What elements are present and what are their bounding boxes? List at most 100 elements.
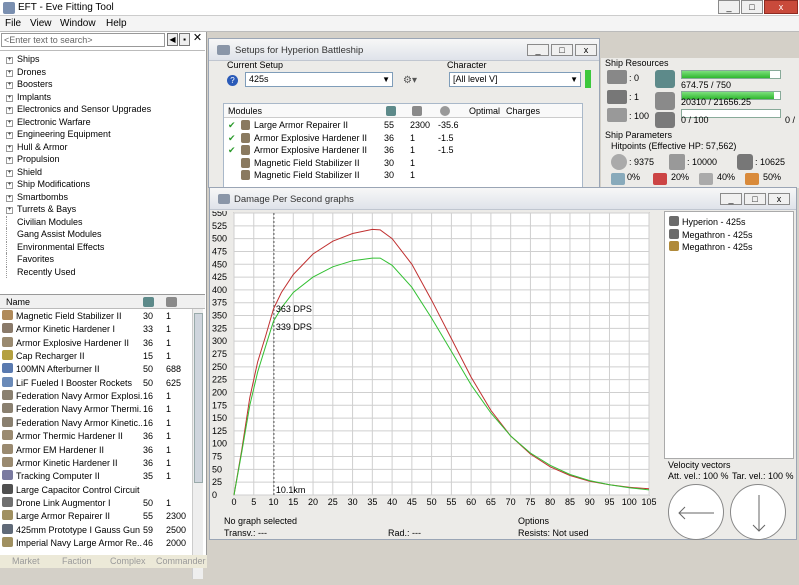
col-modules[interactable]: Modules (228, 106, 262, 116)
expand-icon[interactable]: + (6, 169, 13, 177)
column-name[interactable]: Name (6, 297, 30, 307)
legend-entry[interactable]: Megathron - 425s (669, 228, 753, 241)
active-check-icon[interactable]: ✔ (228, 132, 236, 144)
list-item[interactable]: 425mm Prototype I Gauss Gun 59 2500 (2, 523, 186, 537)
maximize-button[interactable]: □ (741, 0, 763, 14)
menu-window[interactable]: Window (60, 18, 96, 29)
setups-maximize-button[interactable]: □ (551, 44, 573, 56)
expand-icon[interactable]: + (6, 57, 13, 64)
dps-maximize-button[interactable]: □ (744, 193, 766, 205)
module-row[interactable]: ✔ Armor Explosive Hardener II 36 1 -1.5 (224, 132, 582, 145)
search-input[interactable]: <Enter text to search> (1, 33, 165, 47)
close-button[interactable]: x (764, 0, 798, 14)
list-item[interactable]: Armor EM Hardener II 36 1 (2, 443, 171, 457)
setups-minimize-button[interactable]: _ (527, 44, 549, 56)
tree-item[interactable]: + Shield (6, 166, 42, 178)
tree-item[interactable]: + Boosters (6, 78, 53, 90)
clear-search-icon[interactable]: ✕ (192, 33, 203, 46)
tree-item[interactable]: Civilian Modules (6, 215, 83, 228)
menu-file[interactable]: File (5, 18, 21, 29)
expand-icon[interactable]: + (6, 69, 13, 77)
list-item[interactable]: LiF Fueled I Booster Rockets 50 625 (2, 376, 181, 390)
tab-market[interactable]: Market (12, 556, 40, 566)
col-charges[interactable]: Charges (506, 106, 540, 116)
tab-faction[interactable]: Faction (62, 556, 92, 566)
expand-icon[interactable]: + (6, 207, 13, 214)
expand-icon[interactable]: + (6, 119, 13, 127)
list-item[interactable]: Large Capacitor Control Circuit I (2, 483, 142, 497)
resists-option[interactable]: Resists: Not used (518, 528, 589, 538)
powergrid-icon[interactable] (166, 297, 177, 307)
module-row[interactable]: ✔ Large Armor Repairer II 55 2300 -35.6 (224, 119, 582, 132)
tree-item[interactable]: + Ships (6, 53, 40, 65)
tree-item[interactable]: + Ship Modifications (6, 178, 90, 190)
menu-help[interactable]: Help (106, 18, 127, 29)
list-item[interactable]: Magnetic Field Stabilizer II 30 1 (2, 310, 171, 323)
list-item[interactable]: Federation Navy Armor Kinetic... 16 1 (2, 416, 171, 430)
tree-item[interactable]: + Implants (6, 91, 51, 103)
list-item[interactable]: Drone Link Augmentor I 50 1 (2, 496, 171, 510)
expand-icon[interactable]: + (6, 157, 13, 164)
tree-item[interactable]: + Electronics and Sensor Upgrades (6, 103, 151, 115)
tree-item[interactable]: + Turrets & Bays (6, 203, 76, 215)
list-item[interactable]: Imperial Navy Large Armor Re... 46 2000 (2, 536, 186, 550)
list-item[interactable]: Armor Kinetic Hardener II 36 1 (2, 456, 171, 470)
tree-item[interactable]: + Drones (6, 66, 46, 78)
list-item[interactable]: Cap Recharger II 15 1 (2, 350, 171, 363)
col-optimal[interactable]: Optimal (469, 106, 500, 116)
list-item[interactable]: Armor Explosive Hardener II 36 1 (2, 336, 171, 350)
tree-item[interactable]: + Smartbombs (6, 191, 68, 203)
tree-item[interactable]: Environmental Effects (6, 240, 104, 253)
expand-icon[interactable]: + (6, 144, 13, 152)
list-item[interactable]: Armor Thermic Hardener II 36 1 (2, 430, 171, 443)
item-list-scrollbar[interactable] (192, 309, 203, 579)
current-setup-select[interactable]: 425s ▼ (245, 72, 393, 87)
list-item[interactable]: Tracking Computer II 35 1 (2, 470, 171, 483)
dps-minimize-button[interactable]: _ (720, 193, 742, 205)
expand-icon[interactable]: + (6, 132, 13, 139)
expand-icon[interactable]: + (6, 182, 13, 189)
legend-entry[interactable]: Hyperion - 425s (669, 216, 746, 228)
tree-item[interactable]: + Propulsion (6, 153, 60, 165)
module-row[interactable]: Magnetic Field Stabilizer II 30 1 (224, 157, 582, 170)
cpu-icon[interactable] (143, 297, 154, 307)
col-powergrid-icon[interactable] (412, 106, 422, 116)
scrollbar-thumb[interactable] (194, 313, 203, 483)
legend-entry[interactable]: Megathron - 425s (669, 241, 753, 253)
list-item[interactable]: Federation Navy Armor Explosi... 16 1 (2, 390, 171, 403)
module-row[interactable]: Magnetic Field Stabilizer II 30 1 (224, 169, 582, 182)
expand-icon[interactable]: + (6, 107, 13, 114)
options-label[interactable]: Options (518, 516, 549, 526)
search-back-icon[interactable]: ◀ (167, 33, 178, 46)
lock-icon[interactable]: ▪ (179, 33, 190, 46)
attacker-vector-control[interactable] (668, 484, 724, 540)
tab-commander[interactable]: Commander (156, 556, 206, 566)
tree-item[interactable]: Gang Assist Modules (6, 228, 102, 240)
expand-icon[interactable]: + (6, 194, 13, 202)
col-cpu-icon[interactable] (386, 106, 396, 116)
expand-icon[interactable]: + (6, 82, 13, 89)
list-item[interactable]: Federation Navy Armor Thermi... 16 1 (2, 403, 171, 416)
list-item[interactable]: Large Armor Repairer II 55 2300 (2, 510, 186, 523)
setup-tools-icon[interactable]: ⚙▾ (403, 75, 417, 86)
expand-icon[interactable]: + (6, 94, 13, 102)
tree-item[interactable]: Recently Used (6, 265, 76, 278)
help-icon[interactable]: ? (227, 75, 238, 86)
setups-close-button[interactable]: x (575, 44, 597, 56)
tree-item[interactable]: + Engineering Equipment (6, 128, 111, 140)
menu-view[interactable]: View (30, 18, 52, 29)
active-check-icon[interactable]: ✔ (228, 144, 236, 156)
tab-complex[interactable]: Complex (110, 556, 146, 566)
tree-item[interactable]: + Hull & Armor (6, 141, 68, 153)
list-item[interactable]: Armor Kinetic Hardener I 33 1 (2, 323, 171, 336)
col-capacitor-icon[interactable] (440, 106, 450, 116)
module-row[interactable]: ✔ Armor Explosive Hardener II 36 1 -1.5 (224, 144, 582, 157)
target-vector-control[interactable] (730, 484, 786, 540)
tree-item[interactable]: + Electronic Warfare (6, 116, 91, 128)
list-item[interactable]: 100MN Afterburner II 50 688 (2, 363, 181, 376)
active-check-icon[interactable]: ✔ (228, 119, 236, 131)
minimize-button[interactable]: _ (718, 0, 740, 14)
tree-item[interactable]: Favorites (6, 253, 54, 265)
character-select[interactable]: [All level V] ▼ (449, 72, 581, 87)
dps-close-button[interactable]: x (768, 193, 790, 205)
